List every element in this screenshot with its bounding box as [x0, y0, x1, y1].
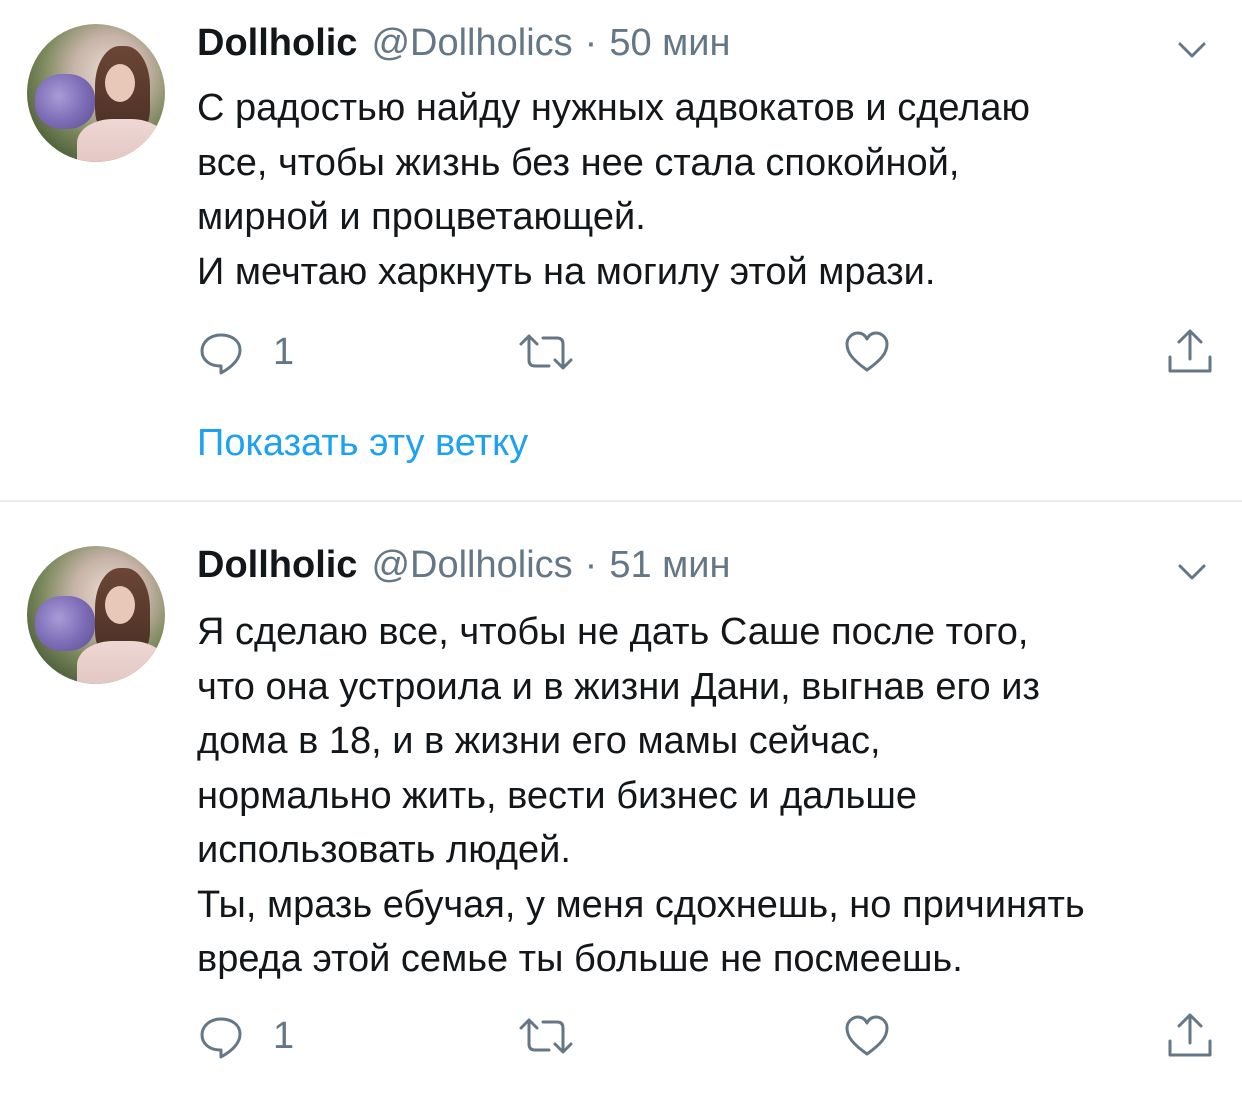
tweet-text-line: Я сделаю все, чтобы не дать Саше после т… — [197, 611, 1029, 653]
tweet-text: С радостью найду нужных адвокатов и сдел… — [197, 81, 1227, 299]
reply-count: 1 — [273, 330, 295, 373]
avatar-lilac — [35, 74, 95, 129]
tweet-2[interactable]: Dollholic @Dollholics · 51 мин Я сделаю … — [0, 502, 1242, 1102]
tweet-text-line: нормально жить, вести бизнес и дальше — [197, 774, 917, 817]
like-button[interactable] — [843, 1006, 891, 1066]
retweet-button[interactable] — [515, 1006, 577, 1066]
reply-icon — [197, 1012, 245, 1060]
tweet-actions: 1 — [0, 1006, 1242, 1066]
reply-count: 1 — [273, 1014, 295, 1057]
chevron-down-icon[interactable] — [1172, 552, 1212, 592]
retweet-icon — [515, 328, 577, 376]
author-handle[interactable]: @Dollholics — [371, 22, 572, 65]
share-icon — [1165, 327, 1215, 377]
share-button[interactable] — [1165, 1006, 1215, 1066]
tweet-header: Dollholic @Dollholics · 50 мин — [197, 22, 730, 72]
tweet-text-line: мирной и процветающей. — [197, 196, 646, 238]
separator-dot: · — [584, 544, 598, 586]
tweet-1[interactable]: Dollholic @Dollholics · 50 мин С радость… — [0, 0, 1242, 500]
separator-dot: · — [584, 22, 598, 64]
tweet-text-line: все, чтобы жизнь без нее стала спокойной… — [197, 141, 960, 184]
avatar[interactable] — [27, 546, 165, 684]
reply-button[interactable]: 1 — [197, 322, 294, 382]
chevron-down-icon[interactable] — [1172, 30, 1212, 70]
author-name[interactable]: Dollholic — [197, 544, 357, 587]
author-handle[interactable]: @Dollholics — [371, 544, 572, 587]
share-button[interactable] — [1165, 322, 1215, 382]
avatar-face — [105, 586, 135, 624]
tweet-actions: 1 — [0, 322, 1242, 382]
tweet-text-line: С радостью найду нужных адвокатов и сдел… — [197, 87, 1031, 129]
like-button[interactable] — [843, 322, 891, 382]
retweet-icon — [515, 1012, 577, 1060]
reply-button[interactable]: 1 — [197, 1006, 294, 1066]
avatar-lilac — [35, 596, 95, 651]
like-icon — [843, 328, 891, 376]
avatar-dress — [77, 119, 165, 162]
reply-icon — [197, 328, 245, 376]
tweet-text: Я сделаю все, чтобы не дать Саше после т… — [197, 605, 1227, 987]
tweet-text-line: что она устроила и в жизни Дани, выгнав … — [197, 665, 1040, 708]
avatar-dress — [77, 641, 165, 684]
tweet-header: Dollholic @Dollholics · 51 мин — [197, 544, 730, 594]
share-icon — [1165, 1011, 1215, 1061]
author-name[interactable]: Dollholic — [197, 22, 357, 65]
tweet-time[interactable]: 50 мин — [609, 22, 730, 65]
retweet-button[interactable] — [515, 322, 577, 382]
tweet-text-line: дома в 18, и в жизни его мамы сейчас, — [197, 720, 881, 762]
show-thread-link[interactable]: Показать эту ветку — [197, 422, 528, 465]
avatar-face — [105, 64, 135, 102]
like-icon — [843, 1012, 891, 1060]
tweet-text-line: вреда этой семье ты больше не посмеешь. — [197, 938, 963, 980]
tweet-text-line: использовать людей. — [197, 829, 571, 871]
tweet-text-line: И мечтаю харкнуть на могилу этой мрази. — [197, 250, 936, 293]
tweet-text-line: Ты, мразь ебучая, у меня сдохнешь, но пр… — [197, 883, 1085, 926]
avatar[interactable] — [27, 24, 165, 162]
tweet-time[interactable]: 51 мин — [609, 544, 730, 587]
